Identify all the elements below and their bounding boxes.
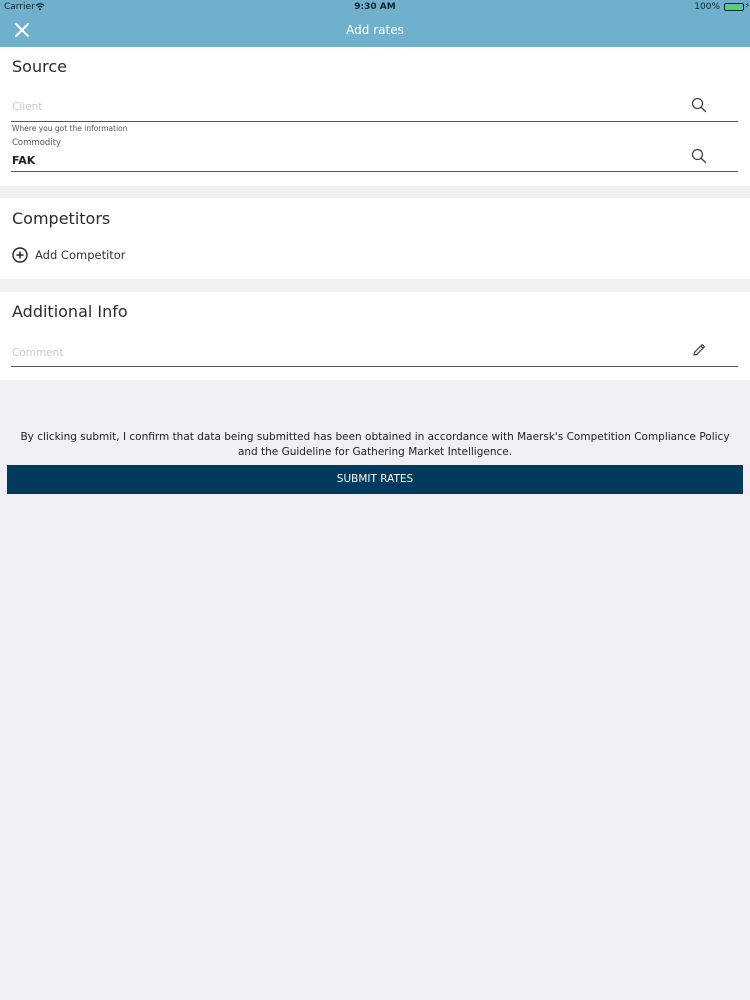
search-icon[interactable] <box>690 147 708 165</box>
charging-icon: ⚡ <box>744 1 750 10</box>
submit-rates-button[interactable]: SUBMIT RATES <box>7 465 743 494</box>
comment-field[interactable]: Comment <box>11 338 738 367</box>
client-helper-text: Where you got the information <box>12 124 128 133</box>
client-field[interactable]: Client <box>11 93 738 122</box>
add-circle-icon <box>12 247 28 263</box>
competitors-section: Competitors Add Competitor <box>0 198 750 279</box>
source-title: Source <box>12 57 67 76</box>
battery-icon <box>724 3 744 11</box>
add-competitor-label: Add Competitor <box>35 248 126 262</box>
battery-percent: 100% <box>694 2 720 12</box>
page-title: Add rates <box>346 23 404 37</box>
status-bar: Carrier 9:30 AM 100% ⚡ <box>0 0 750 14</box>
navigation-bar: Add rates <box>0 14 750 47</box>
commodity-field[interactable]: FAK <box>11 141 738 172</box>
additional-info-section: Additional Info Comment <box>0 292 750 380</box>
search-icon[interactable] <box>690 96 708 114</box>
comment-placeholder: Comment <box>12 347 64 359</box>
pencil-icon[interactable] <box>690 341 708 359</box>
add-competitor-button[interactable]: Add Competitor <box>12 246 142 266</box>
commodity-value: FAK <box>12 154 36 167</box>
competitors-title: Competitors <box>12 209 111 228</box>
additional-info-title: Additional Info <box>12 302 128 321</box>
client-placeholder: Client <box>12 101 43 113</box>
compliance-disclaimer: By clicking submit, I confirm that data … <box>20 431 730 458</box>
source-section: Source Client Where you got the informat… <box>0 47 750 186</box>
clock: 9:30 AM <box>354 2 396 12</box>
